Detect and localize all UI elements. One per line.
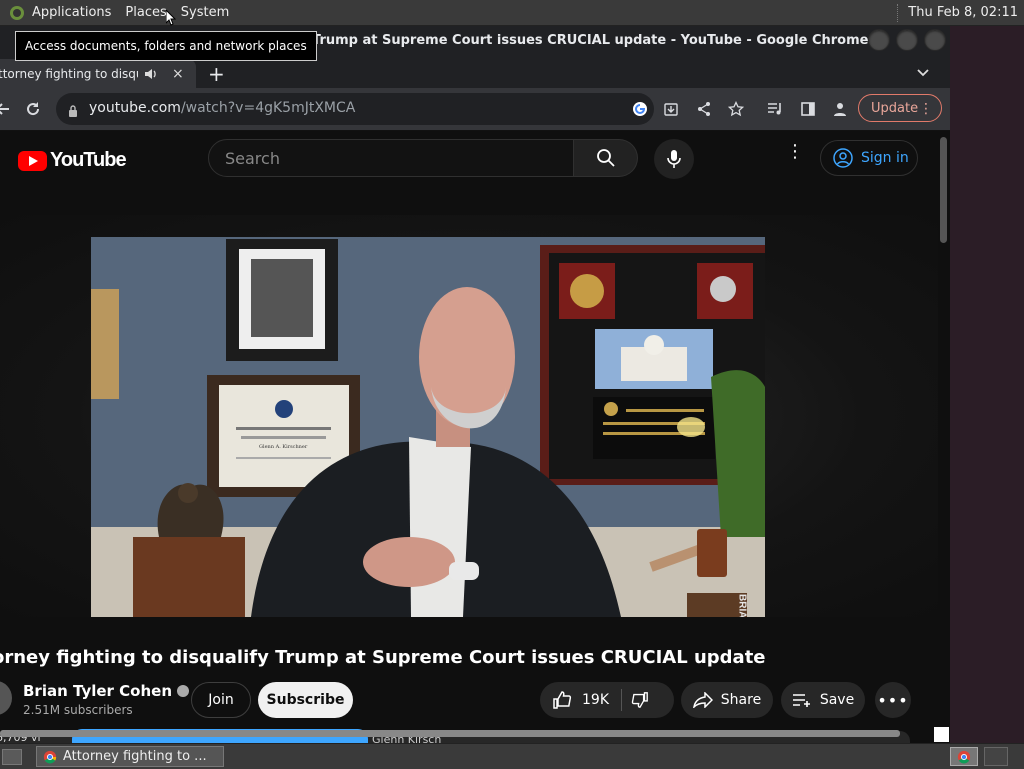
window-title: Trump at Supreme Court issues CRUCIAL up… xyxy=(312,33,869,48)
reload-icon[interactable] xyxy=(24,100,42,118)
verified-badge-icon xyxy=(177,684,190,697)
taskbar-item-chrome[interactable]: Attorney fighting to ... xyxy=(36,746,224,767)
video-title: orney fighting to disqualify Trump at Su… xyxy=(0,647,766,668)
search-button[interactable] xyxy=(574,139,638,177)
tab-youtube[interactable]: ttorney fighting to disqu × xyxy=(0,59,196,88)
thumbs-down-icon xyxy=(631,692,648,708)
bottom-taskbar: Attorney fighting to ... xyxy=(0,743,1024,769)
like-button[interactable]: 19K xyxy=(540,682,622,718)
workspace-1[interactable] xyxy=(950,747,978,766)
video-watermark: BRIAN TYLER COHEN xyxy=(737,594,748,617)
video-player[interactable]: Glenn A. Kirschner xyxy=(91,237,765,617)
channel-avatar[interactable] xyxy=(0,681,12,715)
vertical-scroll-thumb[interactable] xyxy=(940,137,947,243)
chrome-window: Trump at Supreme Court issues CRUCIAL up… xyxy=(0,25,950,743)
share-label: Share xyxy=(720,692,762,708)
top-panel: Applications Places System Thu Feb 8, 02… xyxy=(0,0,1024,26)
search-input[interactable]: Search xyxy=(208,139,574,177)
places-tooltip: Access documents, folders and network pl… xyxy=(15,31,317,61)
tab-search-chevron-icon[interactable] xyxy=(916,64,930,78)
bookmark-star-icon[interactable] xyxy=(727,100,745,118)
kebab-menu-icon[interactable]: ⋮ xyxy=(919,101,933,117)
channel-name: Brian Tyler Cohen xyxy=(23,682,173,700)
gnome-foot-icon[interactable] xyxy=(8,4,26,22)
dislike-button[interactable] xyxy=(630,691,650,709)
search-placeholder: Search xyxy=(225,149,280,168)
chrome-mini-icon xyxy=(957,750,971,763)
lock-icon[interactable] xyxy=(68,102,78,117)
video-frame-image: Glenn A. Kirschner xyxy=(91,237,765,617)
sign-in-label: Sign in xyxy=(861,150,909,166)
share-arrow-icon xyxy=(692,692,713,708)
share-button[interactable]: Share xyxy=(681,682,773,718)
show-desktop-icon[interactable] xyxy=(2,748,22,765)
tab-close-icon[interactable]: × xyxy=(172,66,184,82)
menu-places[interactable]: Places xyxy=(125,5,166,20)
save-button[interactable]: Save xyxy=(781,682,865,718)
media-controls-icon[interactable] xyxy=(766,100,784,118)
subscribe-button[interactable]: Subscribe xyxy=(258,682,353,718)
address-bar[interactable]: youtube.com/watch?v=4gK5mJtXMCA xyxy=(56,93,654,125)
google-lens-icon[interactable] xyxy=(631,100,649,118)
sign-in-button[interactable]: Sign in xyxy=(820,140,918,176)
update-button[interactable]: Update ⋮ xyxy=(858,94,942,122)
playlist-add-icon xyxy=(792,694,810,707)
side-panel-icon[interactable] xyxy=(799,100,817,118)
browser-toolbar: youtube.com/watch?v=4gK5mJtXMCA Update ⋮ xyxy=(0,88,950,131)
panel-clock[interactable]: Thu Feb 8, 02:11 xyxy=(908,5,1018,20)
minimize-button[interactable] xyxy=(868,29,890,51)
speaker-icon[interactable] xyxy=(144,67,160,81)
scrollbar-corner xyxy=(934,727,949,742)
new-tab-button[interactable]: + xyxy=(208,62,225,86)
thumbs-up-icon xyxy=(553,691,572,709)
back-arrow-icon[interactable] xyxy=(0,100,12,118)
window-controls xyxy=(868,29,946,51)
menu-applications[interactable]: Applications xyxy=(32,5,111,20)
youtube-page: YouTube Search ⋮ Sign in Glenn A. Kirsch… xyxy=(0,131,938,743)
like-count: 19K xyxy=(582,692,609,708)
maximize-button[interactable] xyxy=(896,29,918,51)
search-icon xyxy=(596,149,615,167)
tab-title: ttorney fighting to disqu xyxy=(0,66,138,81)
save-label: Save xyxy=(819,692,855,708)
account-circle-icon xyxy=(833,148,853,168)
tab-strip: ttorney fighting to disqu × + xyxy=(0,57,950,88)
more-actions-button[interactable]: ••• xyxy=(875,682,911,718)
panel-separator xyxy=(897,3,900,22)
channel-name-link[interactable]: Brian Tyler Cohen xyxy=(23,682,190,700)
chrome-icon xyxy=(43,750,57,763)
voice-search-button[interactable] xyxy=(654,139,694,179)
workspace-2[interactable] xyxy=(984,747,1008,766)
youtube-play-icon xyxy=(18,150,47,171)
mouse-cursor-icon xyxy=(165,8,177,30)
like-divider xyxy=(621,689,622,711)
install-app-icon[interactable] xyxy=(662,100,680,118)
subscriber-count: 2.51M subscribers xyxy=(23,703,133,717)
video-player-area: Glenn A. Kirschner xyxy=(0,215,938,617)
youtube-logo-text: YouTube xyxy=(50,149,127,171)
share-icon[interactable] xyxy=(695,100,713,118)
join-button[interactable]: Join xyxy=(191,682,251,718)
more-horizontal-icon: ••• xyxy=(877,690,909,710)
desktop-background xyxy=(950,25,1024,743)
url-text: youtube.com/watch?v=4gK5mJtXMCA xyxy=(89,100,356,116)
close-window-button[interactable] xyxy=(924,29,946,51)
settings-kebab-icon[interactable]: ⋮ xyxy=(786,143,804,161)
horizontal-scrollbar[interactable] xyxy=(0,730,900,737)
menu-system[interactable]: System xyxy=(181,5,229,20)
diploma-name: Glenn A. Kirschner xyxy=(259,444,308,450)
update-label: Update xyxy=(871,100,919,116)
youtube-logo[interactable]: YouTube xyxy=(18,149,127,172)
microphone-icon xyxy=(667,150,681,168)
profile-icon[interactable] xyxy=(831,100,849,118)
like-dislike-group: 19K xyxy=(540,682,674,718)
taskbar-item-title: Attorney fighting to ... xyxy=(63,749,207,764)
